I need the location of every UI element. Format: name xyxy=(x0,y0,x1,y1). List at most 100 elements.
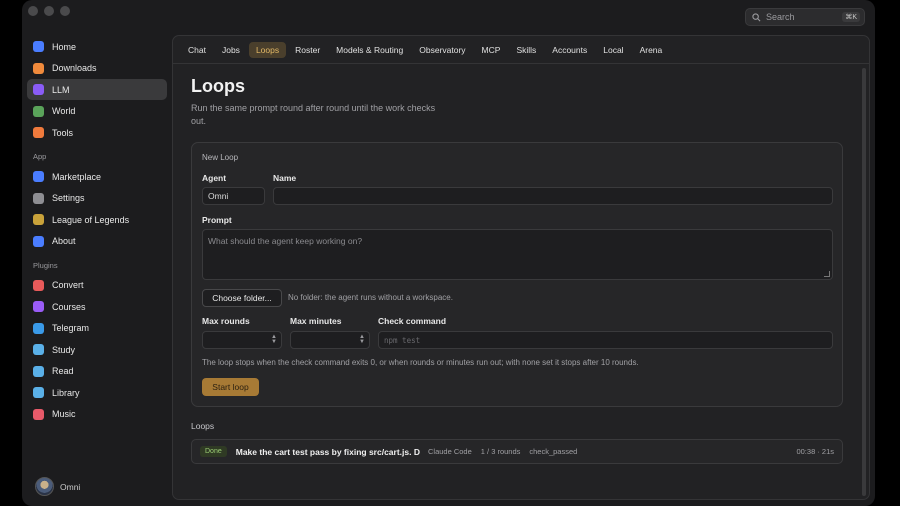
study-icon xyxy=(33,344,44,355)
sidebar-item-music[interactable]: Music xyxy=(27,404,167,425)
tab-accounts[interactable]: Accounts xyxy=(545,42,594,58)
content: Loops Run the same prompt round after ro… xyxy=(191,76,843,464)
tab-bar: Chat Jobs Loops Roster Models & Routing Obser… xyxy=(173,36,869,64)
sidebar-item-about[interactable]: About xyxy=(27,231,167,252)
convert-icon xyxy=(33,279,44,291)
library-icon xyxy=(33,387,44,398)
sidebar-item-label: Marketplace xyxy=(52,171,102,182)
sidebar-item-label: Courses xyxy=(52,301,86,312)
prompt-label: Prompt xyxy=(202,215,232,225)
tab-chat[interactable]: Chat xyxy=(181,42,213,58)
sidebar-item-world[interactable]: World xyxy=(27,101,167,122)
search-input[interactable]: Search ⌘K xyxy=(745,8,865,26)
stepper-icon[interactable]: ▲ ▼ xyxy=(271,334,277,345)
loop-agent: Claude Code xyxy=(427,447,472,456)
close-window-button[interactable] xyxy=(28,6,38,16)
section-title-plugins: Plugins xyxy=(33,260,58,270)
prompt-textarea[interactable]: What should the agent keep working on? xyxy=(202,229,833,280)
search-icon xyxy=(752,12,761,21)
sidebar-item-label: Read xyxy=(52,366,74,376)
sidebar-item-label: LLM xyxy=(52,84,70,95)
about-icon xyxy=(33,235,44,247)
page-subtitle: Run the same prompt round after round un… xyxy=(191,103,436,126)
tab-arena[interactable]: Arena xyxy=(633,42,670,58)
read-icon xyxy=(33,365,44,377)
user-profile[interactable]: Omni xyxy=(35,477,80,496)
window-controls xyxy=(28,6,70,16)
tab-roster[interactable]: Roster xyxy=(288,42,327,58)
new-loop-card: New Loop Agent Omni Name Prompt What sho… xyxy=(191,142,843,407)
user-name: Omni xyxy=(60,481,81,492)
agent-label: Agent xyxy=(202,173,227,183)
telegram-icon xyxy=(33,322,44,334)
world-icon xyxy=(33,105,44,117)
folder-note: No folder: the agent runs without a work… xyxy=(288,293,453,302)
minimize-window-button[interactable] xyxy=(44,6,54,16)
sidebar-item-label: Settings xyxy=(52,193,85,203)
loop-name: Make the cart test pass by fixing src/ca… xyxy=(235,446,420,457)
sidebar-item-downloads[interactable]: Downloads xyxy=(27,58,167,79)
sidebar-item-label: Home xyxy=(52,41,77,52)
tab-local[interactable]: Local xyxy=(596,42,630,58)
sidebar-item-label: Convert xyxy=(52,280,84,290)
loop-result: check_passed xyxy=(529,447,578,456)
music-icon xyxy=(33,408,44,420)
sidebar-item-read[interactable]: Read xyxy=(27,361,167,382)
tab-observatory[interactable]: Observatory xyxy=(412,42,472,58)
start-loop-button[interactable]: Start loop xyxy=(202,378,259,396)
sidebar-item-label: World xyxy=(52,106,76,116)
check-command-input[interactable]: npm test xyxy=(378,331,833,349)
avatar xyxy=(35,477,54,496)
settings-icon xyxy=(33,192,44,204)
section-title-app: App xyxy=(33,152,47,161)
sidebar: Home Downloads LLM World Tools App Marketpla… xyxy=(27,36,167,425)
prompt-placeholder: What should the agent keep working on? xyxy=(208,236,363,246)
check-command-label: Check command xyxy=(378,316,447,326)
resize-handle-icon[interactable] xyxy=(824,271,830,277)
loop-row[interactable]: Done Make the cart test pass by fixing sr… xyxy=(191,439,843,464)
sidebar-item-settings[interactable]: Settings xyxy=(27,188,167,209)
tab-jobs[interactable]: Jobs xyxy=(215,42,247,58)
max-minutes-input[interactable]: ▲ ▼ xyxy=(290,331,370,349)
stepper-icon[interactable]: ▲ ▼ xyxy=(359,334,365,345)
league-icon xyxy=(33,214,44,225)
tab-skills[interactable]: Skills xyxy=(509,42,543,58)
tools-icon xyxy=(33,127,44,138)
llm-icon xyxy=(33,84,44,95)
max-rounds-label: Max rounds xyxy=(202,316,250,326)
max-minutes-label: Max minutes xyxy=(290,316,342,326)
home-icon xyxy=(33,41,44,52)
scrollbar[interactable] xyxy=(862,68,866,496)
sidebar-item-library[interactable]: Library xyxy=(27,382,167,403)
sidebar-item-convert[interactable]: Convert xyxy=(27,275,167,296)
sidebar-item-label: League of Legends xyxy=(52,214,130,225)
zoom-window-button[interactable] xyxy=(60,6,70,16)
tab-models-routing[interactable]: Models & Routing xyxy=(329,42,410,58)
app-window: Search ⌘K Home Downloads LLM World Tools App… xyxy=(22,0,875,506)
downloads-icon xyxy=(33,62,44,74)
sidebar-item-marketplace[interactable]: Marketplace xyxy=(27,166,167,187)
sidebar-item-label: Music xyxy=(52,409,76,419)
sidebar-item-llm[interactable]: LLM xyxy=(27,79,167,100)
sidebar-item-label: Tools xyxy=(52,127,74,138)
card-title: New Loop xyxy=(202,153,239,162)
sidebar-item-tools[interactable]: Tools xyxy=(27,122,167,143)
marketplace-icon xyxy=(33,171,44,182)
choose-folder-button[interactable]: Choose folder... xyxy=(202,289,282,307)
sidebar-item-league-of-legends[interactable]: League of Legends xyxy=(27,209,167,230)
agent-select[interactable]: Omni xyxy=(202,187,265,205)
max-rounds-input[interactable]: ▲ ▼ xyxy=(202,331,282,349)
search-shortcut: ⌘K xyxy=(842,12,860,22)
tab-loops[interactable]: Loops xyxy=(248,41,287,58)
sidebar-item-telegram[interactable]: Telegram xyxy=(27,318,167,339)
loop-time: 00:38 · 21s xyxy=(796,447,834,456)
courses-icon xyxy=(33,301,44,312)
search-placeholder: Search xyxy=(766,12,795,22)
sidebar-item-label: Library xyxy=(52,387,80,398)
sidebar-item-home[interactable]: Home xyxy=(27,36,167,57)
sidebar-item-label: Study xyxy=(52,344,76,355)
sidebar-item-study[interactable]: Study xyxy=(27,339,167,360)
name-input[interactable] xyxy=(273,187,833,205)
tab-mcp[interactable]: MCP xyxy=(475,42,508,58)
sidebar-item-courses[interactable]: Courses xyxy=(27,296,167,317)
